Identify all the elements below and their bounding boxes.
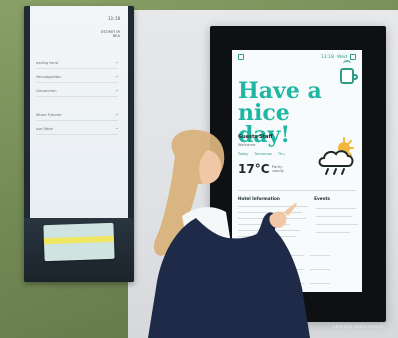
status-left	[238, 54, 244, 60]
person	[148, 129, 310, 338]
tablet-card	[43, 222, 115, 262]
tablet-row: Urnsatchon •	[36, 86, 118, 97]
tablet-row-dot: •	[115, 113, 118, 117]
tablet-row: Versuagesitoc •	[36, 72, 118, 83]
tablet-row-dot: •	[115, 75, 118, 79]
tablet-screen: 13:28 ESTIMIT IR REA eading kend • Versua…	[30, 6, 128, 218]
photo-caption: sample watermark	[332, 324, 384, 330]
finger	[284, 203, 297, 216]
tablet-row: ditore Futuree •	[36, 110, 118, 121]
status-right: 13:18 Wed	[321, 54, 356, 60]
tablet-photo: 13:28 ESTIMIT IR REA eading kend • Versua…	[24, 6, 134, 282]
tablet-row: use Rdde •	[36, 124, 118, 135]
tablet-row: eading kend •	[36, 58, 118, 69]
menu-icon	[238, 54, 244, 60]
signal-icon	[350, 54, 356, 60]
tablet-row-dot: •	[115, 127, 118, 131]
tablet-card-strip	[43, 235, 115, 245]
status-bar: 13:18 Wed	[238, 54, 356, 60]
tablet-row-dot: •	[115, 61, 118, 65]
tablet-row-label: eading kend	[36, 61, 59, 65]
status-time: 13:18	[320, 54, 334, 60]
tablet-header: ESTIMIT IR REA	[101, 30, 120, 39]
tablet-header-line-2: REA	[112, 34, 120, 39]
tablet-row-dot: •	[115, 89, 118, 93]
tablet-row-label: Versuagesitoc	[36, 75, 62, 79]
tablet-row-label: ditore Futuree	[36, 113, 62, 117]
tablet-time: 13:28	[107, 16, 120, 21]
coffee-cup-icon	[340, 68, 358, 84]
tablet-row-label: Urnsatchon	[36, 89, 57, 93]
status-day: Wed	[336, 54, 347, 60]
tablet-row-label: use Rdde	[36, 127, 53, 131]
